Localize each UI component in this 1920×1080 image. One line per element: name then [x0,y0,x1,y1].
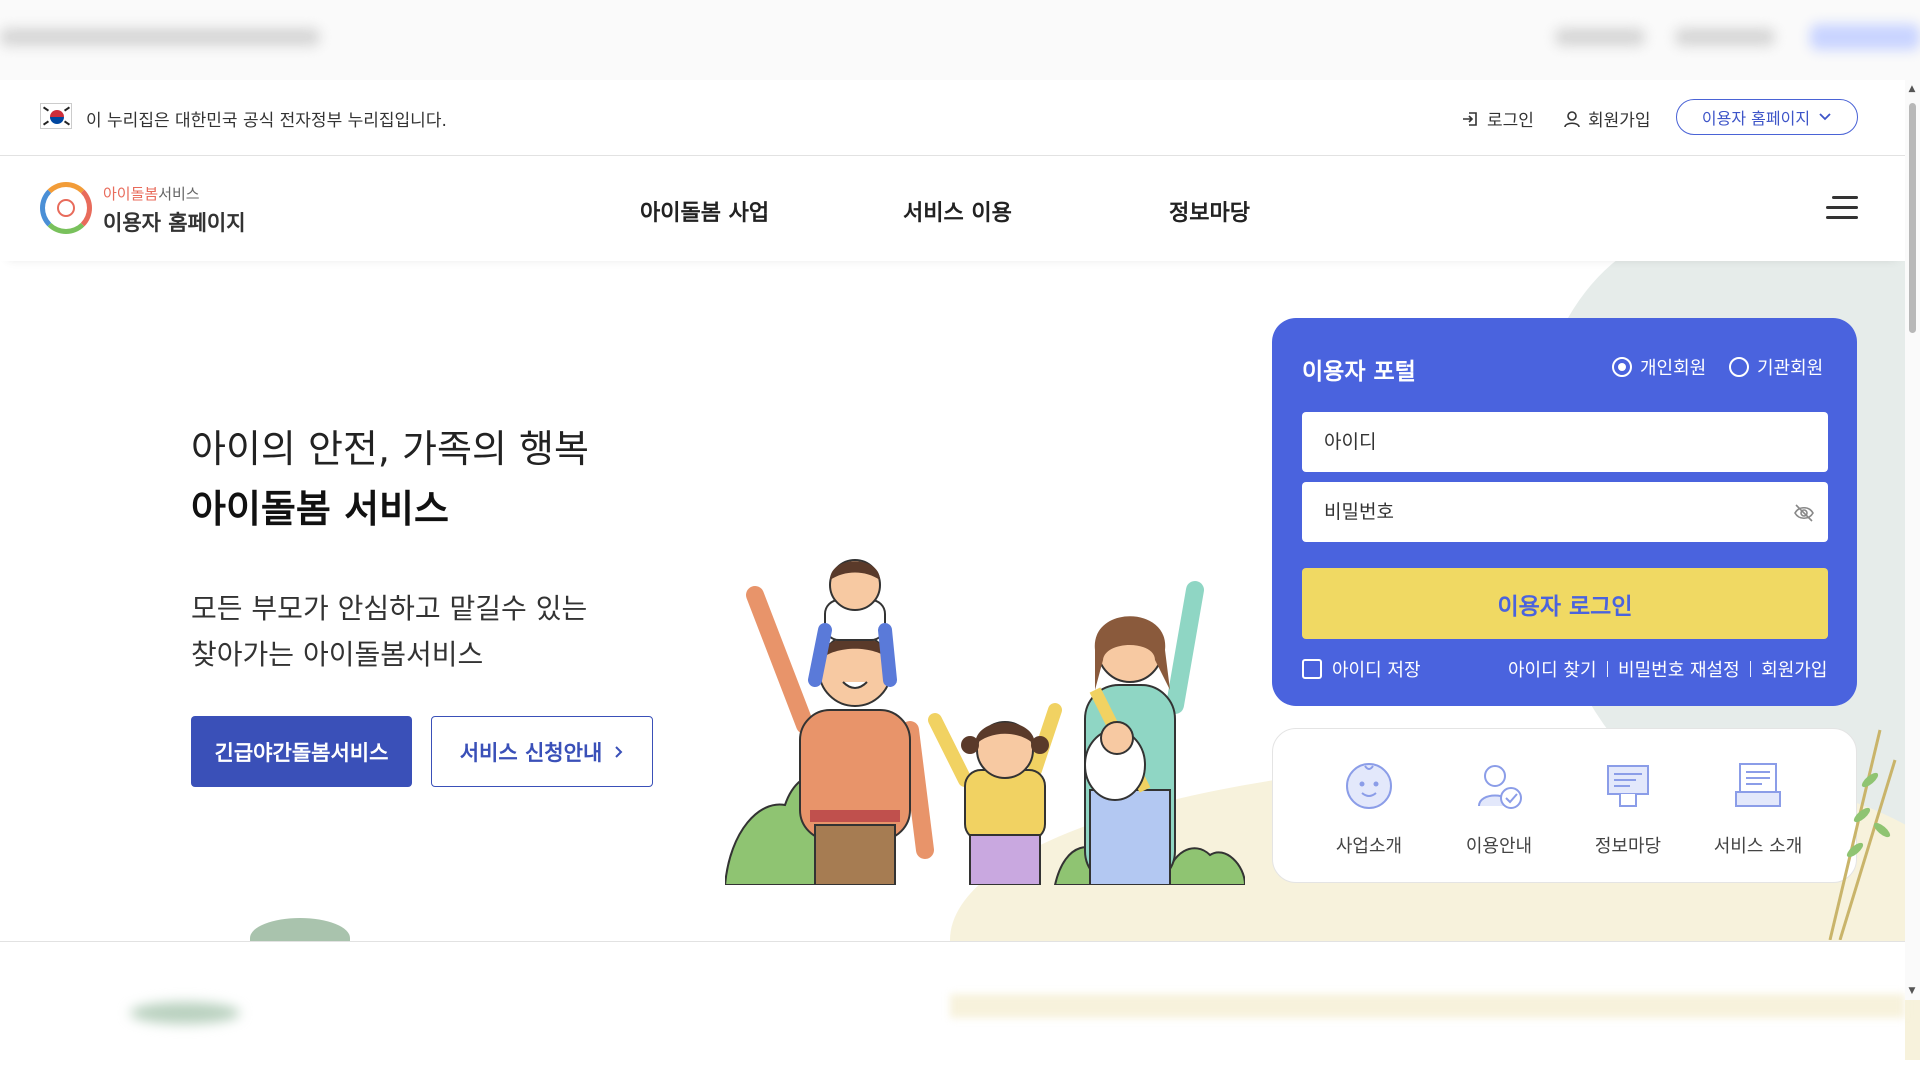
user-id-input[interactable] [1302,412,1828,472]
gov-notice-text: 이 누리집은 대한민국 공식 전자정부 누리집입니다. [86,111,447,131]
quick-menu-label: 이용안내 [1465,836,1533,857]
blurred-text [1675,28,1775,46]
user-login-button[interactable]: 이용자 로그인 [1302,568,1828,639]
nav-item-business[interactable]: 아이돌봄 사업 [640,195,769,227]
logo-service-name[interactable]: 아이돌봄서비스 [103,183,200,204]
hero-description-line: 모든 부모가 안심하고 맡길수 있는 [191,592,588,625]
monitor-icon [1735,763,1781,807]
login-link[interactable]: 로그인 [1461,106,1534,131]
signup-link[interactable]: 회원가입 [1562,106,1651,131]
divider [1749,661,1752,677]
quick-menu-label: 정보마당 [1594,836,1662,857]
radio-unselected-icon [1729,357,1749,377]
korean-flag-icon [40,103,72,129]
homepage-select-value: 이용자 홈페이지 [1701,109,1811,128]
user-check-icon [1478,765,1522,809]
user-portal-title: 이용자 포털 [1302,359,1416,385]
hero-description: 모든 부모가 안심하고 맡길수 있는 찾아가는 아이돌봄서비스 [191,586,691,678]
page: 이 누리집은 대한민국 공식 전자정부 누리집입니다. 로그인 회원가입 이용자… [0,0,1920,1080]
logo-icon[interactable] [40,182,92,234]
logo-accent-text: 아이돌봄 [103,185,159,203]
radio-selected-icon [1612,357,1632,377]
scroll-down-arrow-icon[interactable]: ▼ [1907,986,1917,996]
quick-menu-service-intro[interactable]: 서비스 소개 [1698,758,1818,858]
login-link-label: 로그인 [1487,111,1534,131]
nav-item-service[interactable]: 서비스 이용 [903,195,1012,227]
baby-face-icon [1346,763,1392,809]
blurred-decoration [950,994,1905,1018]
scroll-up-arrow-icon[interactable]: ▲ [1907,84,1917,94]
login-icon [1463,111,1477,126]
blurred-browser-strip [0,0,1920,80]
save-id-label: 아이디 저장 [1332,660,1421,681]
org-member-radio[interactable]: 기관회원 [1729,354,1823,380]
chevron-right-icon [615,745,623,758]
password-input[interactable] [1302,482,1828,542]
hero-title: 아이돌봄 서비스 [191,487,449,531]
nav-item-info[interactable]: 정보마당 [1169,195,1250,227]
find-id-link[interactable]: 아이디 찾기 [1508,656,1597,682]
service-application-guide-label: 서비스 신청안내 [459,740,603,765]
scrollbar-thumb[interactable] [1909,103,1916,333]
eye-off-icon[interactable] [1793,502,1815,524]
blurred-text [0,28,320,46]
logo-rest-text: 서비스 [158,185,200,203]
divider [1606,661,1609,677]
quick-menu-usage-guide[interactable]: 이용안내 [1439,758,1559,858]
quick-menu-label: 사업소개 [1335,836,1403,857]
menu-icon[interactable] [1826,196,1858,220]
quick-menu-business-intro[interactable]: 사업소개 [1309,758,1429,858]
signup-link-card[interactable]: 회원가입 [1761,656,1827,682]
below-fold-area [0,942,1905,1080]
chevron-down-icon [1819,113,1831,121]
account-links: 아이디 찾기 비밀번호 재설정 회원가입 [1508,656,1827,682]
plant-decoration [1828,729,1897,940]
quick-menu-label: 서비스 소개 [1713,836,1803,857]
logo-title[interactable]: 이용자 홈페이지 [103,207,246,237]
family-illustration [725,554,1245,885]
blurred-text [1555,28,1645,46]
checkbox-icon [1302,659,1322,679]
signup-link-label: 회원가입 [1588,111,1651,131]
service-application-guide-button[interactable]: 서비스 신청안내 [431,716,653,787]
personal-member-label: 개인회원 [1640,358,1707,379]
save-id-checkbox[interactable]: 아이디 저장 [1302,656,1421,682]
homepage-select[interactable]: 이용자 홈페이지 [1676,99,1858,135]
hero-subtitle: 아이의 안전, 가족의 행복 [191,427,589,471]
personal-member-radio[interactable]: 개인회원 [1612,354,1706,380]
hero-description-line: 찾아가는 아이돌봄서비스 [191,638,484,671]
user-icon [1564,110,1580,127]
blurred-button [1810,24,1920,50]
emergency-night-care-button[interactable]: 긴급야간돌봄서비스 [191,716,412,787]
org-member-label: 기관회원 [1757,358,1824,379]
reset-password-link[interactable]: 비밀번호 재설정 [1618,656,1740,682]
blurred-decoration [130,1002,240,1024]
document-icon [1607,765,1649,807]
quick-menu-info[interactable]: 정보마당 [1568,758,1688,858]
